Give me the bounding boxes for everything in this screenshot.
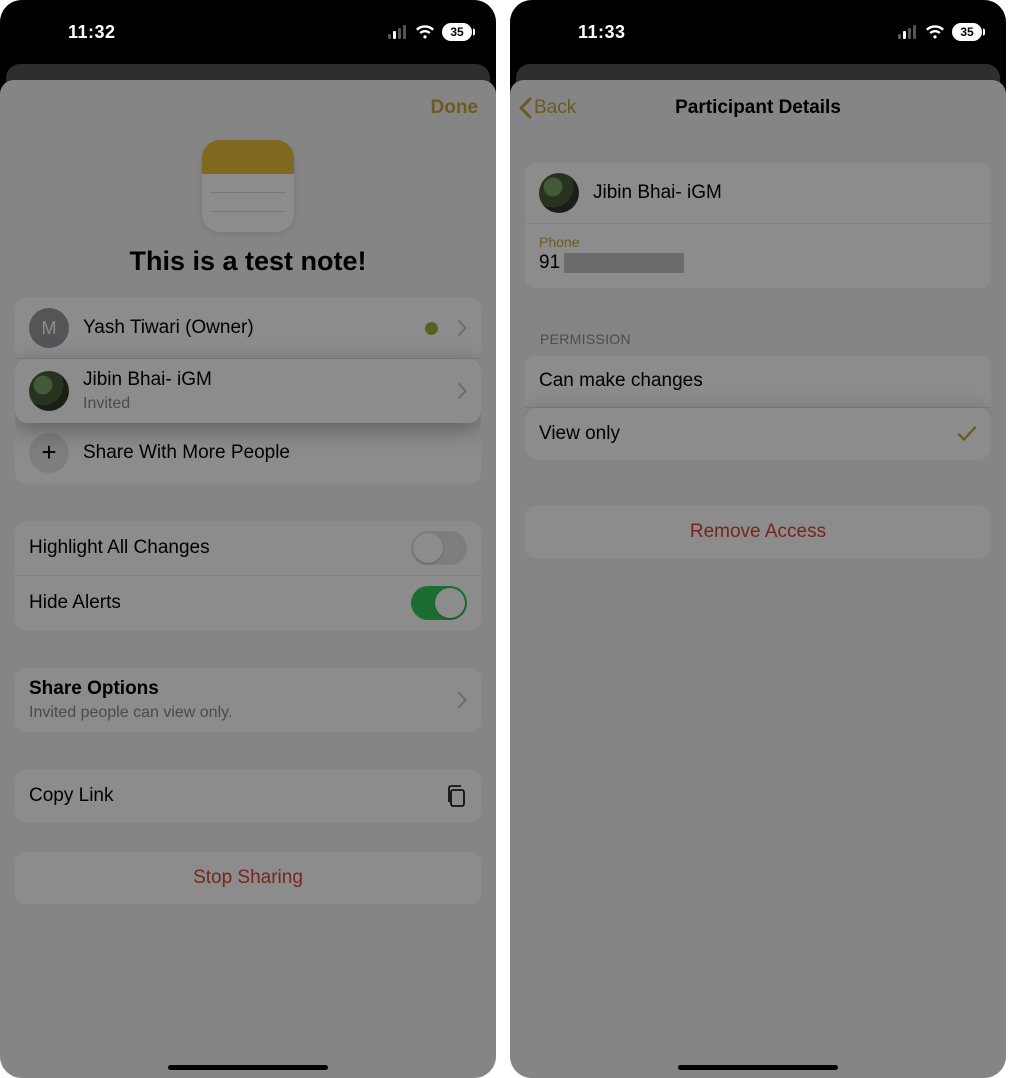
stop-sharing-group: Stop Sharing [14, 851, 482, 905]
participants-group: M Yash Tiwari (Owner) Jibin Bhai- iGM In… [14, 297, 482, 484]
highlight-changes-row[interactable]: Highlight All Changes [15, 521, 481, 576]
chevron-right-icon [458, 320, 467, 336]
wifi-icon [925, 24, 945, 40]
battery-icon: 35 [442, 23, 472, 41]
plus-icon: + [29, 433, 69, 473]
home-indicator [678, 1065, 838, 1070]
copy-link-group: Copy Link [14, 769, 482, 823]
copy-link-row[interactable]: Copy Link [15, 770, 481, 822]
contact-name: Jibin Bhai- iGM [593, 182, 977, 205]
chevron-right-icon [458, 692, 467, 708]
stop-sharing-label: Stop Sharing [193, 867, 303, 889]
checkmark-icon [957, 425, 977, 443]
status-icons: 35 [388, 23, 472, 41]
phone-right: 11:33 35 Back Participant Details [510, 0, 1006, 1078]
contact-card: Jibin Bhai- iGM Phone 91 [524, 162, 992, 289]
chevron-left-icon [518, 97, 532, 119]
presence-dot-icon [425, 322, 438, 335]
participant-name: Jibin Bhai- iGM [83, 369, 444, 392]
share-options-group: Share Options Invited people can view on… [14, 667, 482, 733]
cellular-icon [898, 25, 918, 39]
sheet-title: Participant Details [675, 97, 841, 119]
participant-name: Yash Tiwari (Owner) [83, 317, 411, 340]
remove-access-group: Remove Access [524, 505, 992, 559]
sheet-header: Back Participant Details [510, 80, 1006, 136]
participant-owner-row[interactable]: M Yash Tiwari (Owner) [15, 298, 481, 359]
status-time: 11:33 [534, 22, 626, 43]
avatar: M [29, 308, 69, 348]
notes-app-icon [202, 140, 294, 232]
cellular-icon [388, 25, 408, 39]
permission-group: Can make changes View only [524, 355, 992, 461]
status-bar: 11:33 35 [510, 0, 1006, 54]
alerts-group: Highlight All Changes Hide Alerts [14, 520, 482, 631]
permission-can-edit-row[interactable]: Can make changes [525, 356, 991, 408]
permission-view-only-row[interactable]: View only [525, 408, 991, 460]
permission-section-header: PERMISSION [510, 323, 1006, 355]
hide-alerts-row[interactable]: Hide Alerts [15, 576, 481, 630]
redacted-phone [564, 253, 684, 273]
wifi-icon [415, 24, 435, 40]
participant-invitee-row[interactable]: Jibin Bhai- iGM Invited [15, 359, 481, 423]
phone-label: Phone [539, 234, 977, 250]
back-button[interactable]: Back [518, 97, 576, 119]
battery-icon: 35 [952, 23, 982, 41]
avatar [29, 371, 69, 411]
share-with-more-row[interactable]: + Share With More People [15, 423, 481, 483]
home-indicator [168, 1065, 328, 1070]
phone-left: 11:32 35 Done This is a test note! [0, 0, 496, 1078]
avatar [539, 173, 579, 213]
status-icons: 35 [898, 23, 982, 41]
hide-alerts-toggle[interactable] [411, 586, 467, 620]
share-options-row[interactable]: Share Options Invited people can view on… [15, 668, 481, 732]
status-time: 11:32 [24, 22, 116, 43]
status-bar: 11:32 35 [0, 0, 496, 54]
done-button[interactable]: Done [431, 97, 479, 119]
share-more-label: Share With More People [83, 442, 467, 465]
note-title: This is a test note! [0, 246, 496, 277]
remove-access-row[interactable]: Remove Access [525, 506, 991, 558]
participant-details-sheet: Back Participant Details Jibin Bhai- iGM… [510, 80, 1006, 1078]
highlight-changes-toggle[interactable] [411, 531, 467, 565]
chevron-right-icon [458, 383, 467, 399]
copy-icon [445, 784, 467, 808]
remove-access-label: Remove Access [690, 521, 826, 543]
phone-value: 91 [539, 252, 977, 274]
participant-status: Invited [83, 394, 444, 413]
share-sheet: Done This is a test note! M Yash Tiwari … [0, 80, 496, 1078]
contact-name-row: Jibin Bhai- iGM [525, 163, 991, 224]
contact-phone-row[interactable]: Phone 91 [525, 224, 991, 288]
sheet-header: Done [0, 80, 496, 136]
stop-sharing-row[interactable]: Stop Sharing [15, 852, 481, 904]
